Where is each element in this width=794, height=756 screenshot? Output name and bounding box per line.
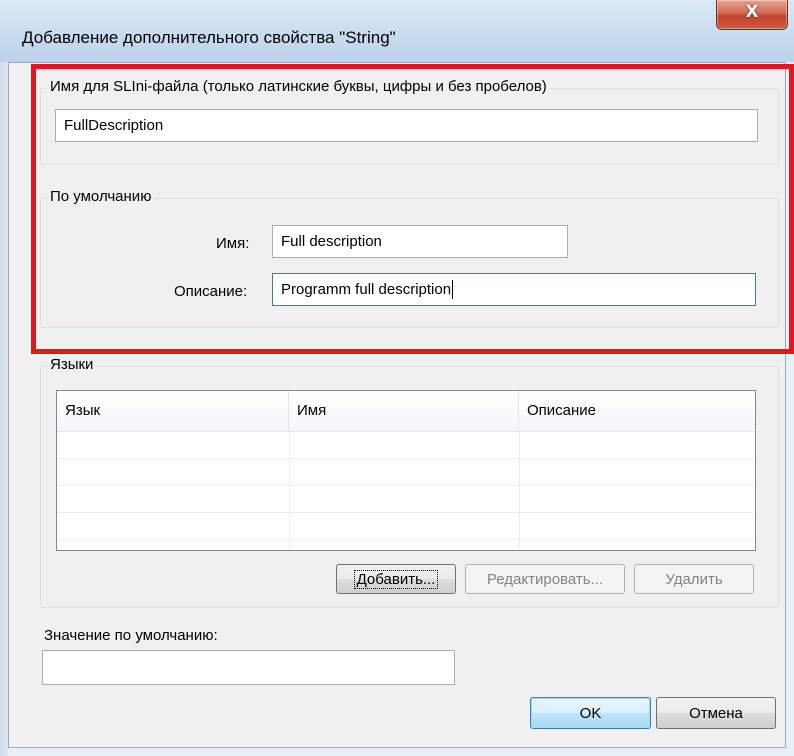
default-description-value: Programm full description xyxy=(281,281,452,298)
ok-button-label: OK xyxy=(579,704,602,722)
row-divider xyxy=(57,485,755,486)
default-name-input[interactable]: Full description xyxy=(272,225,568,258)
cancel-button[interactable]: Отмена xyxy=(656,697,776,729)
default-group-label: По умолчанию xyxy=(47,188,155,205)
text-caret xyxy=(452,280,454,299)
column-header-language[interactable]: Язык xyxy=(57,391,289,431)
close-icon: X xyxy=(745,2,759,22)
languages-list-header: Язык Имя Описание xyxy=(57,391,755,432)
column-divider xyxy=(289,431,290,550)
close-button[interactable]: X xyxy=(716,0,788,30)
default-value-input[interactable] xyxy=(42,650,455,685)
row-divider xyxy=(57,539,755,540)
title-bar[interactable]: Добавление дополнительного свойства "Str… xyxy=(0,0,794,62)
add-language-button-label: Добавить... xyxy=(353,569,439,589)
column-header-name[interactable]: Имя xyxy=(289,391,519,431)
delete-language-button-label: Удалить xyxy=(665,570,723,588)
ok-button[interactable]: OK xyxy=(530,697,651,729)
edit-language-button-label: Редактировать... xyxy=(486,570,604,588)
window-frame-left xyxy=(0,62,8,756)
cancel-button-label: Отмена xyxy=(689,704,743,722)
ini-name-group-label: Имя для SLIni-файла (только латинские бу… xyxy=(47,78,550,95)
default-description-label: Описание: xyxy=(174,283,248,300)
languages-group-label: Языки xyxy=(47,356,97,373)
row-divider xyxy=(57,512,755,513)
default-description-input[interactable]: Programm full description xyxy=(272,273,756,306)
row-divider xyxy=(57,458,755,459)
window-title: Добавление дополнительного свойства "Str… xyxy=(22,28,396,47)
add-language-button[interactable]: Добавить... xyxy=(336,564,456,594)
languages-list[interactable]: Язык Имя Описание xyxy=(56,390,756,551)
edit-language-button[interactable]: Редактировать... xyxy=(465,564,625,594)
ini-name-input[interactable]: FullDescription xyxy=(55,109,758,142)
column-divider xyxy=(519,431,520,550)
delete-language-button[interactable]: Удалить xyxy=(634,564,754,594)
default-value-label: Значение по умолчанию: xyxy=(44,627,218,644)
default-name-label: Имя: xyxy=(216,235,250,252)
column-header-description[interactable]: Описание xyxy=(519,391,755,431)
default-group xyxy=(40,198,779,328)
